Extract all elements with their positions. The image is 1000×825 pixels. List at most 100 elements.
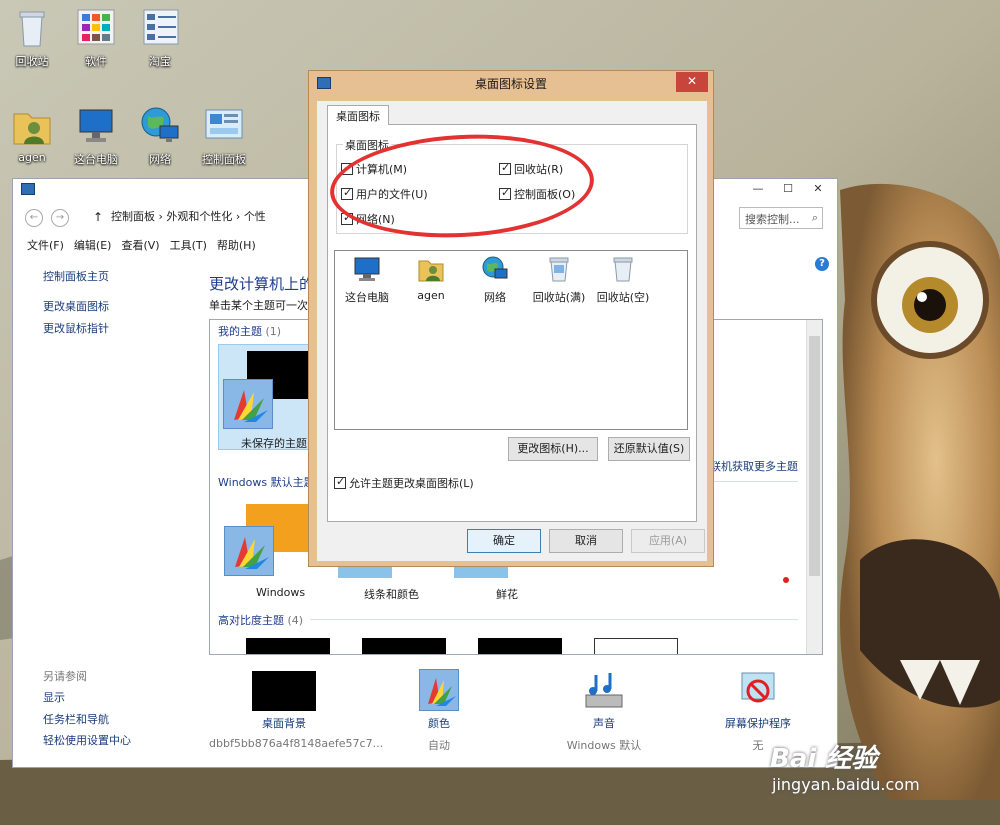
restore-default-button[interactable]: 还原默认值(S) (608, 437, 690, 461)
help-icon[interactable]: ? (815, 257, 829, 271)
sound-option[interactable]: 声音 Windows 默认 (529, 669, 679, 753)
theme-name: 鲜花 (496, 588, 518, 601)
checkbox-allow-themes[interactable]: 允许主题更改桌面图标(L) (334, 475, 474, 491)
sidebar-control-panel-home[interactable]: 控制面板主页 (43, 268, 109, 284)
network-globe-icon (481, 255, 509, 283)
option-label: 屏幕保护程序 (725, 717, 791, 730)
up-arrow-icon[interactable]: ↑ (93, 210, 103, 224)
scrollbar-thumb[interactable] (809, 336, 820, 576)
groupbox-title: 桌面图标 (343, 137, 391, 153)
see-also-display[interactable]: 显示 (43, 689, 65, 705)
checkbox-control-panel[interactable]: 控制面板(O) (499, 186, 575, 202)
theme-high-contrast-4[interactable] (594, 638, 678, 654)
checkbox-checked-icon (334, 475, 346, 489)
desktop-icon-recycle-bin[interactable]: 回收站 (2, 6, 62, 69)
desktop-icon-taobao[interactable]: 淘宝 (130, 6, 190, 69)
page-subtitle: 单击某个主题可一次性 (209, 299, 319, 312)
icon-item-this-pc[interactable]: 这台电脑 (337, 255, 397, 305)
desktop-icon-user[interactable]: agen (2, 104, 62, 164)
option-value: dbbf5bb876a4f8148aefe57c7... (209, 737, 384, 750)
ok-button[interactable]: 确定 (467, 529, 541, 553)
see-also-ease-of-access[interactable]: 轻松使用设置中心 (43, 732, 131, 748)
desktop-icon-label: 回收站 (15, 55, 49, 68)
desktop-icon-preview-list[interactable]: 这台电脑 agen 网络 回收站(满) 回收站(空) (334, 250, 688, 430)
desktop-icon-network[interactable]: 网络 (130, 104, 190, 167)
icon-item-network[interactable]: 网络 (465, 255, 525, 305)
screensaver-icon (736, 669, 780, 711)
theme-name: Windows (256, 586, 306, 599)
computer-icon (74, 104, 118, 148)
desktop-icon-software[interactable]: 软件 (66, 6, 126, 69)
forward-button[interactable]: → (51, 209, 69, 227)
user-folder-icon (10, 104, 54, 148)
theme-high-contrast-3[interactable] (478, 638, 562, 654)
apply-button[interactable]: 应用(A) (631, 529, 705, 553)
option-label: 颜色 (428, 717, 450, 730)
checkbox-checked-icon (341, 161, 353, 175)
back-button[interactable]: ← (25, 209, 43, 227)
desktop-background-thumbnail (252, 671, 316, 711)
cancel-button[interactable]: 取消 (549, 529, 623, 553)
menu-file[interactable]: 文件(F) (27, 237, 64, 253)
tab-desktop-icons[interactable]: 桌面图标 (327, 105, 389, 125)
checkbox-recycle-bin[interactable]: 回收站(R) (499, 161, 563, 177)
icon-item-user[interactable]: agen (401, 255, 461, 302)
icon-item-recycle-bin-full[interactable]: 回收站(满) (529, 255, 589, 305)
user-folder-icon (417, 255, 445, 283)
checkbox-label: 允许主题更改桌面图标(L) (349, 477, 474, 490)
breadcrumb[interactable]: 控制面板 › 外观和个性化 › 个性 (111, 208, 266, 224)
maximize-button[interactable]: ☐ (773, 179, 803, 199)
checkbox-label: 用户的文件(U) (356, 188, 428, 201)
desktop-icon-label: agen (18, 151, 46, 164)
menu-help[interactable]: 帮助(H) (217, 237, 256, 253)
icon-item-label: agen (417, 289, 445, 302)
high-contrast-heading: 高对比度主题 (4) (218, 612, 303, 628)
my-themes-heading: 我的主题 (1) (218, 323, 281, 339)
icon-item-recycle-bin-empty[interactable]: 回收站(空) (593, 255, 653, 305)
checkbox-checked-icon (341, 186, 353, 200)
menu-bar: 文件(F) 编辑(E) 查看(V) 工具(T) 帮助(H) (27, 237, 256, 253)
baidu-watermark: Bai 经验 jingyan.baidu.com (770, 738, 920, 794)
checkbox-network[interactable]: 网络(N) (341, 211, 395, 227)
theme-name: 线条和颜色 (364, 588, 419, 601)
computer-icon (353, 255, 381, 283)
desktop-background-option[interactable]: 桌面背景 dbbf5bb876a4f8148aefe57c7... (209, 669, 384, 750)
close-button[interactable]: ✕ (803, 179, 833, 199)
breadcrumb-item[interactable]: 控制面板 (111, 210, 155, 223)
theme-preview (454, 566, 508, 578)
menu-view[interactable]: 查看(V) (121, 237, 159, 253)
desktop-icon-control-panel[interactable]: 控制面板 (194, 104, 254, 167)
option-label: 声音 (593, 717, 615, 730)
high-contrast-label: 高对比度主题 (218, 614, 284, 627)
minimize-button[interactable]: — (743, 179, 773, 199)
sidebar-change-desktop-icons[interactable]: 更改桌面图标 (43, 298, 109, 314)
theme-high-contrast-1[interactable] (246, 638, 330, 654)
checkbox-user-files[interactable]: 用户的文件(U) (341, 186, 428, 202)
breadcrumb-item[interactable]: 外观和个性化 (166, 210, 232, 223)
dialog-close-button[interactable]: ✕ (676, 72, 708, 92)
desktop-icon-this-pc[interactable]: 这台电脑 (66, 104, 126, 167)
network-globe-icon (138, 104, 182, 148)
breadcrumb-item[interactable]: 个性 (244, 210, 266, 223)
theme-unsaved[interactable]: 未保存的主题 (218, 344, 312, 450)
search-input[interactable]: 搜索控制... ⌕ (739, 207, 823, 229)
color-fan-icon (419, 669, 459, 711)
desktop-icon-label: 淘宝 (149, 55, 171, 68)
color-option[interactable]: 颜色 自动 (364, 669, 514, 753)
menu-edit[interactable]: 编辑(E) (74, 237, 112, 253)
sidebar-change-mouse-pointer[interactable]: 更改鼠标指针 (43, 320, 109, 336)
menu-tools[interactable]: 工具(T) (170, 237, 207, 253)
see-also-taskbar[interactable]: 任务栏和导航 (43, 711, 109, 727)
theme-high-contrast-2[interactable] (362, 638, 446, 654)
desktop-icon-label: 这台电脑 (74, 153, 118, 166)
notification-dot (783, 577, 789, 583)
change-icon-button[interactable]: 更改图标(H)... (508, 437, 598, 461)
theme-scrollbar[interactable] (806, 320, 822, 654)
dialog-body: 桌面图标 桌面图标 计算机(M) 回收站(R) 用户的文件(U) 控制面板(O)… (317, 101, 707, 561)
checkbox-computer[interactable]: 计算机(M) (341, 161, 407, 177)
dialog-title[interactable]: 桌面图标设置 (309, 71, 713, 97)
checkbox-checked-icon (341, 211, 353, 225)
option-value: 自动 (428, 739, 450, 752)
get-more-themes-link[interactable]: 联机获取更多主题 (710, 458, 798, 474)
theme-preview (338, 566, 392, 578)
